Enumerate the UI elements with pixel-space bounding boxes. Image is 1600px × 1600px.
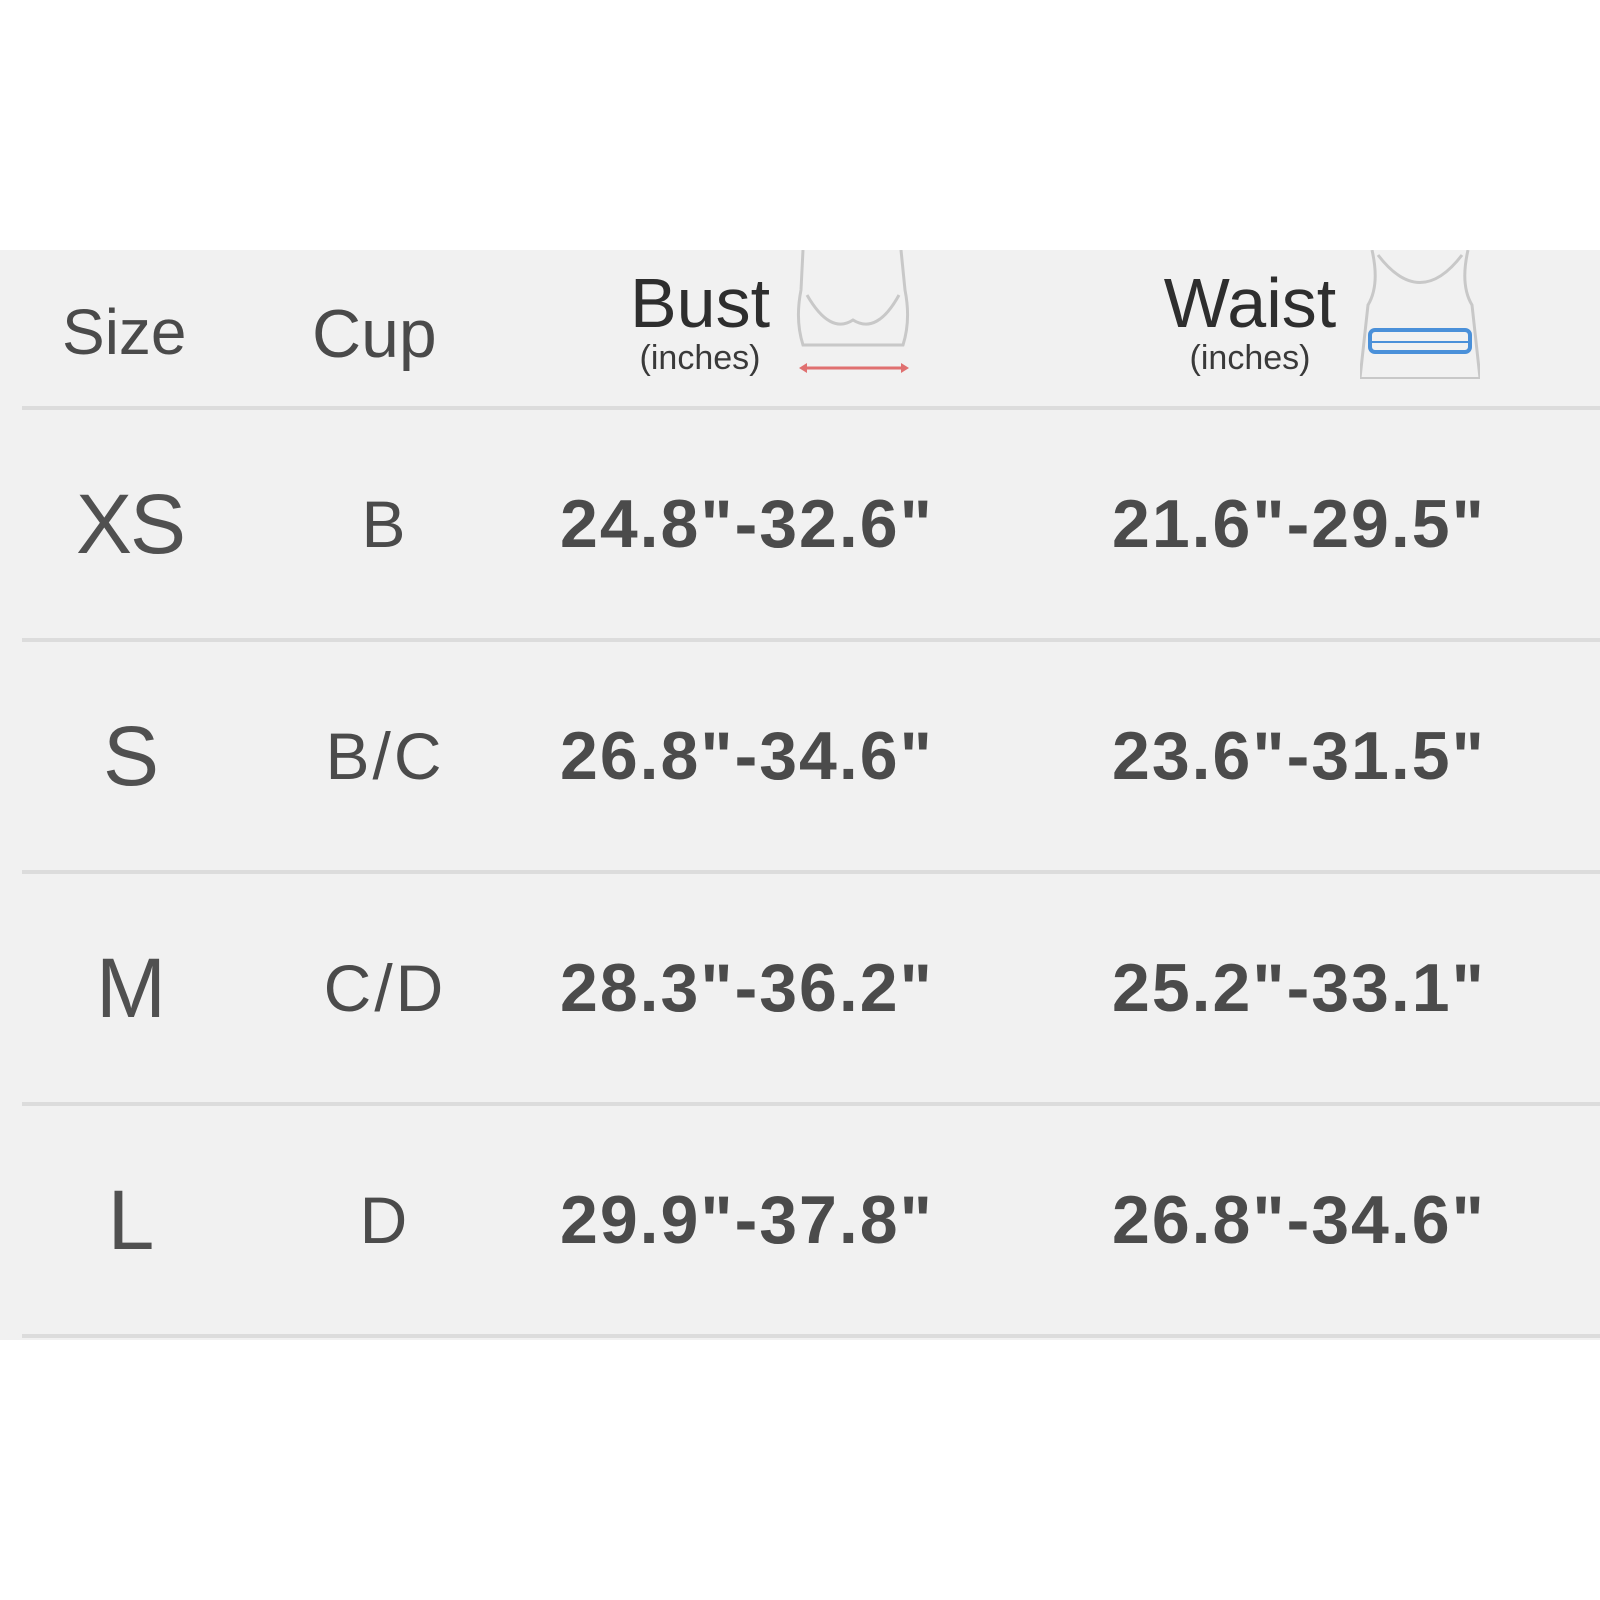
header-waist: Waist (inches) — [1150, 268, 1350, 378]
divider — [22, 1334, 1600, 1338]
size-cell: M — [96, 941, 166, 1035]
waist-cell: 26.8"-34.6" — [1112, 1182, 1486, 1258]
bust-cell: 29.9"-37.8" — [560, 1182, 934, 1258]
table-row: S B/C 26.8"-34.6" 23.6"-31.5" — [0, 642, 1600, 870]
header-bust-unit: (inches) — [639, 339, 761, 377]
bust-cell: 28.3"-36.2" — [560, 950, 934, 1026]
header-bust-label: Bust — [629, 264, 771, 342]
waist-cell: 23.6"-31.5" — [1112, 718, 1486, 794]
header-cup: Cup — [312, 296, 437, 372]
header-row: Size Cup Bust (inches) Waist (inches) — [0, 250, 1600, 410]
header-size: Size — [62, 296, 187, 368]
waist-cell: 25.2"-33.1" — [1112, 950, 1486, 1026]
header-bust: Bust (inches) — [620, 268, 780, 378]
cup-cell: B — [361, 487, 409, 561]
header-waist-unit: (inches) — [1189, 339, 1311, 377]
table-row: XS B 24.8"-32.6" 21.6"-29.5" — [0, 410, 1600, 638]
size-cell: S — [102, 709, 159, 803]
cup-cell: D — [359, 1183, 411, 1257]
tank-waist-measure-icon — [1360, 250, 1480, 379]
size-cell: XS — [75, 477, 186, 571]
cup-cell: C/D — [323, 951, 447, 1025]
bust-cell: 24.8"-32.6" — [560, 486, 934, 562]
table-row: M C/D 28.3"-36.2" 25.2"-33.1" — [0, 874, 1600, 1102]
cup-cell: B/C — [325, 719, 445, 793]
table-row: L D 29.9"-37.8" 26.8"-34.6" — [0, 1106, 1600, 1334]
bra-bust-measure-icon — [796, 250, 910, 373]
bust-cell: 26.8"-34.6" — [560, 718, 934, 794]
size-chart: Size Cup Bust (inches) Waist (inches) XS — [0, 250, 1600, 1340]
header-waist-label: Waist — [1163, 264, 1337, 342]
waist-cell: 21.6"-29.5" — [1112, 486, 1486, 562]
size-cell: L — [107, 1173, 155, 1267]
